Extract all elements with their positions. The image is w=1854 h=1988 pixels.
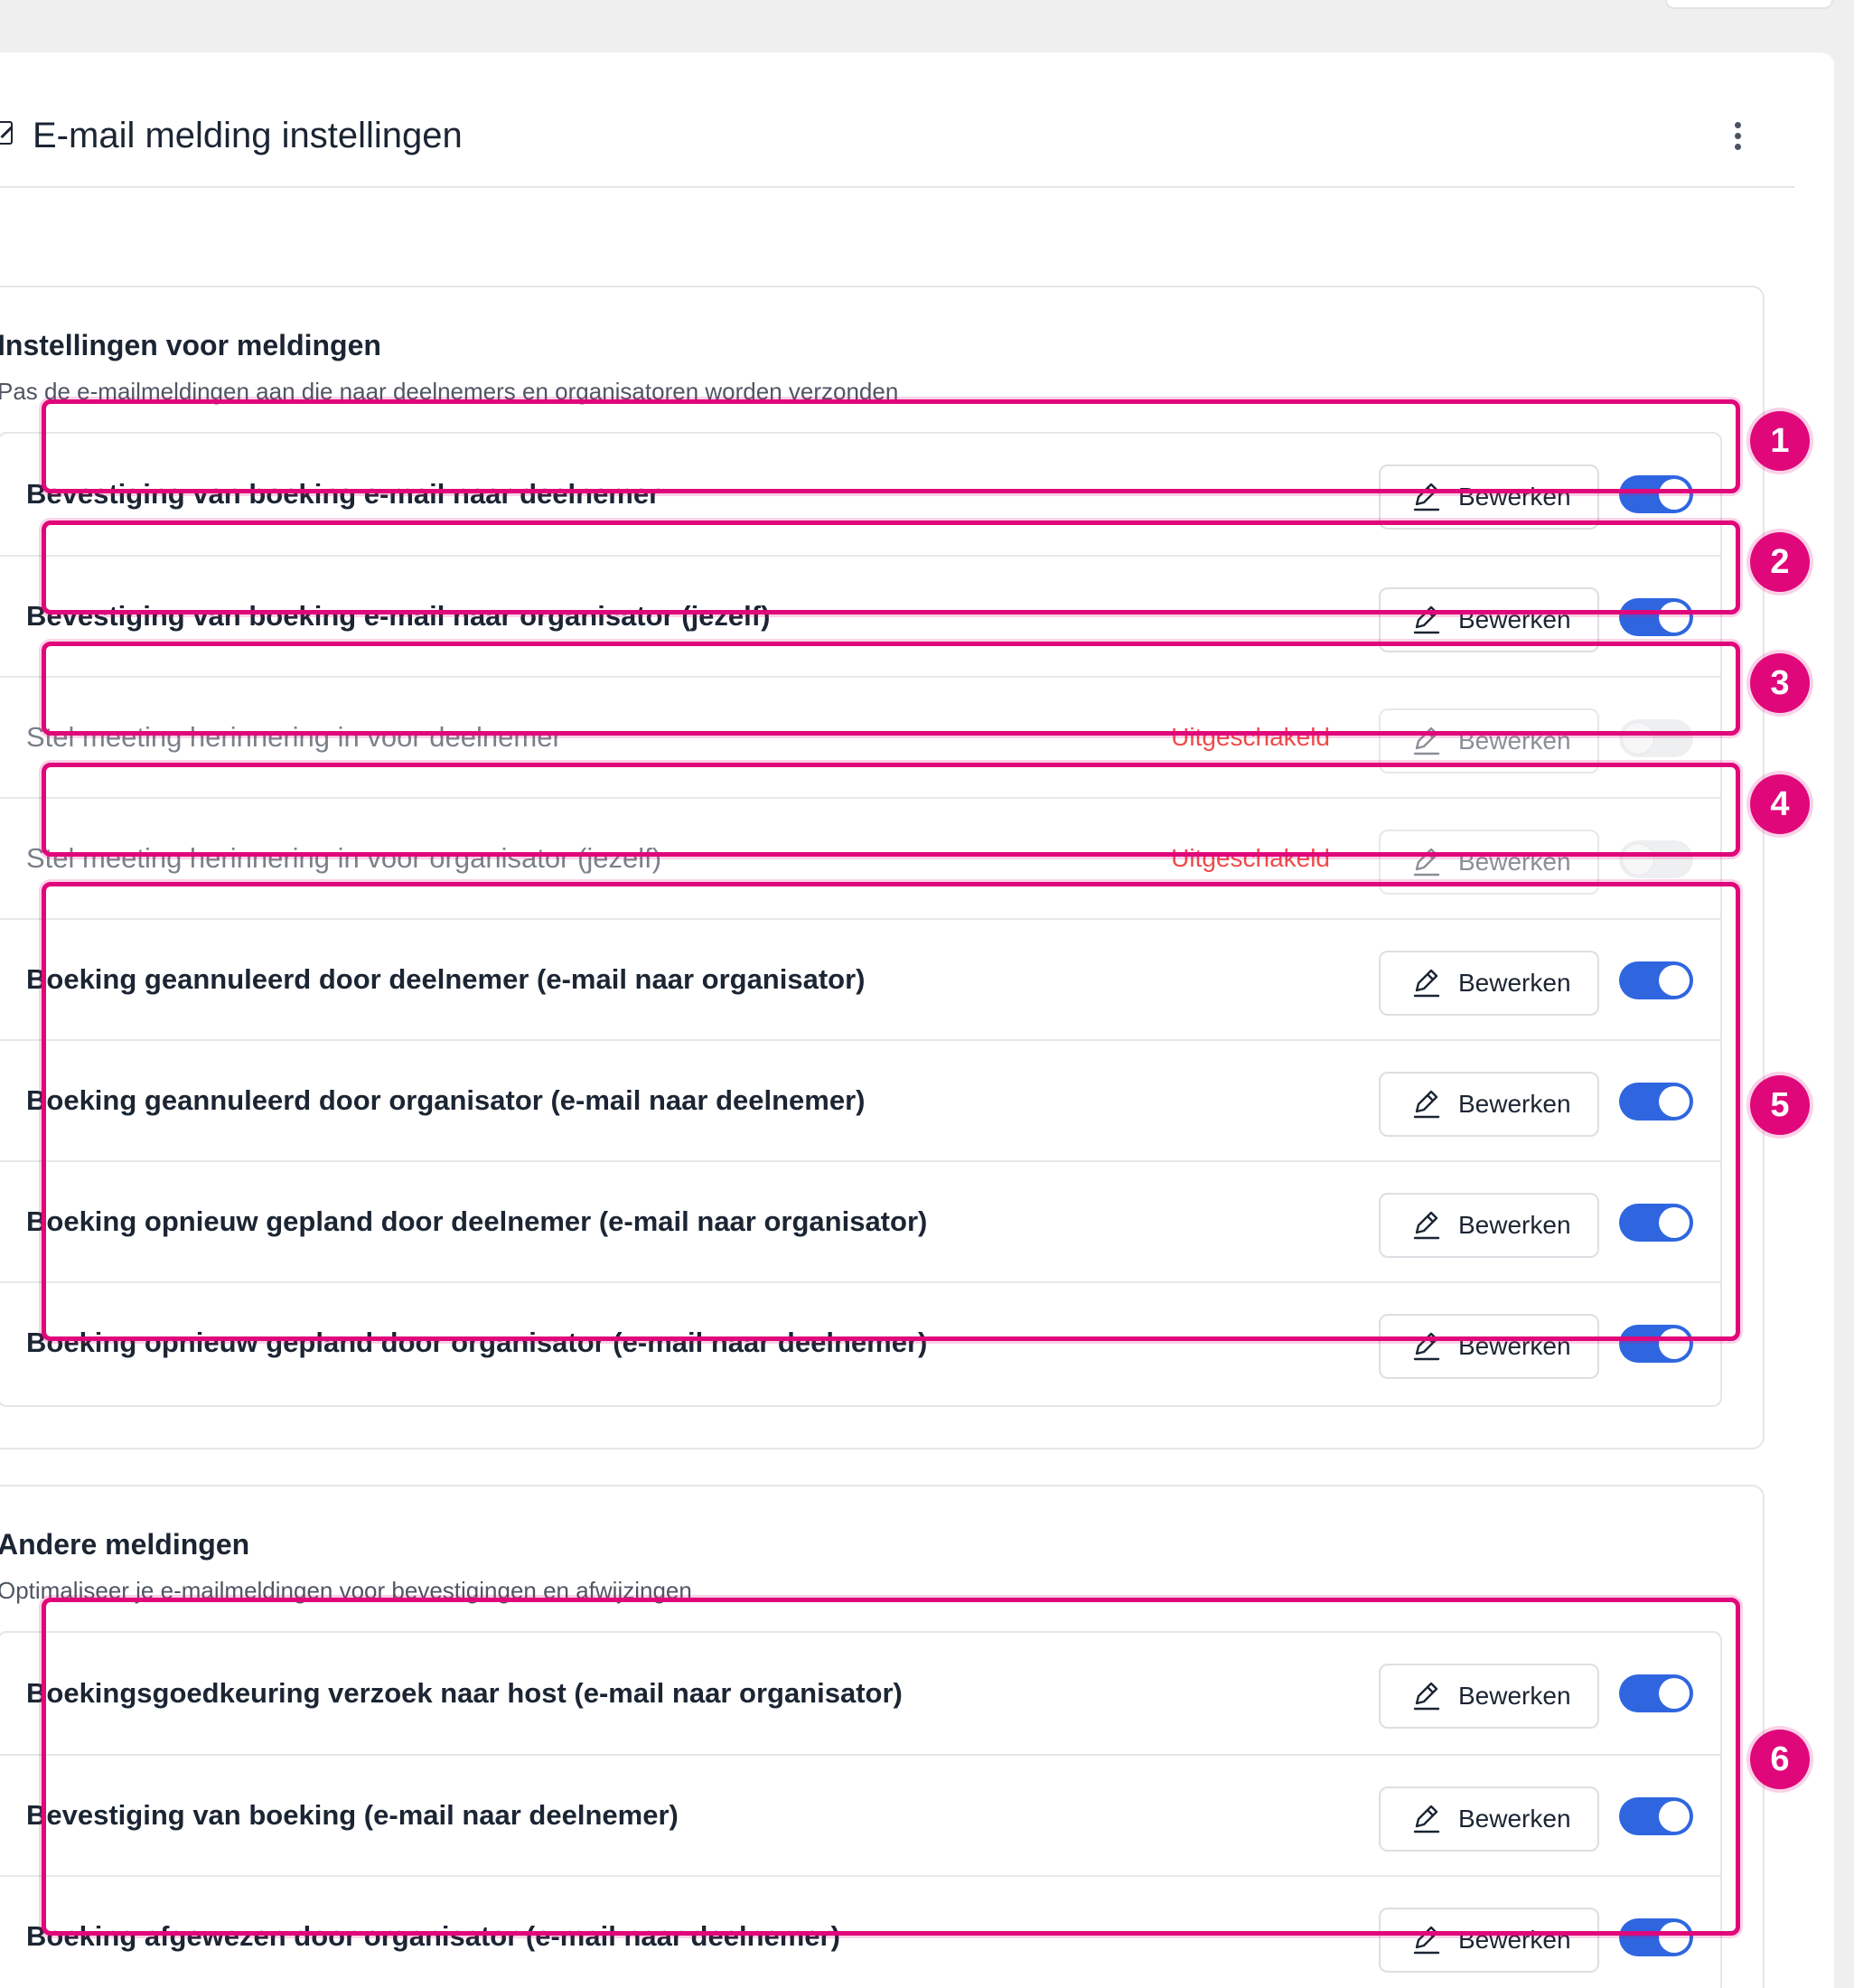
row-label: Boeking geannuleerd door organisator (e-…	[26, 1084, 866, 1116]
top-button-edge[interactable]	[1665, 0, 1833, 9]
section-title: Andere meldingen	[0, 1528, 250, 1561]
notification-settings-section: Instellingen voor meldingen Pas de e-mai…	[0, 286, 1765, 1449]
scrollbar-track[interactable]	[1834, 54, 1854, 1988]
row-label: Boekingsgoedkeuring verzoek naar host (e…	[26, 1677, 903, 1709]
section-title: Instellingen voor meldingen	[0, 329, 381, 361]
card-header: E-mail melding instellingen	[0, 52, 1794, 188]
annotation-badge-5: 5	[1750, 1075, 1810, 1135]
other-notifications-section: Andere meldingen Optimaliseer je e-mailm…	[0, 1485, 1765, 1988]
row-label: Stel meeting herinnering in voor organis…	[26, 842, 662, 874]
enable-toggle[interactable]	[1619, 840, 1693, 878]
section-subtitle: Pas de e-mailmeldingen aan die naar deel…	[0, 378, 899, 405]
list-item: Bevestiging van boeking (e-mail naar dee…	[0, 1754, 1720, 1875]
edit-button[interactable]: Bewerken	[1379, 830, 1599, 895]
enable-toggle[interactable]	[1619, 475, 1693, 513]
enable-toggle[interactable]	[1619, 1083, 1693, 1121]
edit-button-label: Bewerken	[1458, 848, 1571, 876]
row-label: Stel meeting herinnering in voor deelnem…	[26, 721, 562, 753]
pencil-icon	[1413, 1090, 1440, 1119]
edit-button-label: Bewerken	[1458, 1926, 1571, 1954]
annotation-badge-2: 2	[1750, 532, 1810, 592]
enable-toggle[interactable]	[1619, 598, 1693, 636]
kebab-menu-icon[interactable]	[1724, 117, 1751, 154]
row-label: Boeking opnieuw gepland door organisator…	[26, 1327, 928, 1358]
edit-square-icon	[0, 121, 13, 145]
pencil-icon	[1413, 969, 1440, 998]
edit-button-label: Bewerken	[1458, 1682, 1571, 1710]
enable-toggle[interactable]	[1619, 1797, 1693, 1835]
edit-button-label: Bewerken	[1458, 1805, 1571, 1833]
edit-button-label: Bewerken	[1458, 483, 1571, 511]
list-item: Stel meeting herinnering in voor organis…	[0, 797, 1720, 918]
edit-button[interactable]: Bewerken	[1379, 1193, 1599, 1258]
edit-button[interactable]: Bewerken	[1379, 587, 1599, 652]
enable-toggle[interactable]	[1619, 1204, 1693, 1242]
edit-button[interactable]: Bewerken	[1379, 1786, 1599, 1852]
edit-button[interactable]: Bewerken	[1379, 708, 1599, 774]
pencil-icon	[1413, 727, 1440, 755]
edit-button-label: Bewerken	[1458, 605, 1571, 633]
edit-button[interactable]: Bewerken	[1379, 951, 1599, 1016]
list-item: Boeking geannuleerd door organisator (e-…	[0, 1039, 1720, 1160]
settings-card: E-mail melding instellingen Instellingen…	[0, 52, 1836, 1988]
row-label: Boeking opnieuw gepland door deelnemer (…	[26, 1205, 928, 1237]
pencil-icon	[1413, 1211, 1440, 1240]
status-badge: Uitgeschakeld	[1171, 723, 1330, 751]
enable-toggle[interactable]	[1619, 1674, 1693, 1712]
enable-toggle[interactable]	[1619, 1325, 1693, 1363]
annotation-badge-6: 6	[1750, 1730, 1810, 1789]
pencil-icon	[1413, 1332, 1440, 1361]
list-item: Boeking opnieuw gepland door organisator…	[0, 1281, 1720, 1402]
annotation-badge-3: 3	[1750, 653, 1810, 713]
edit-button[interactable]: Bewerken	[1379, 1908, 1599, 1973]
status-badge: Uitgeschakeld	[1171, 844, 1330, 872]
edit-button-label: Bewerken	[1458, 1090, 1571, 1118]
enable-toggle[interactable]	[1619, 1918, 1693, 1956]
pencil-icon	[1413, 1926, 1440, 1955]
row-label: Boeking afgewezen door organisator (e-ma…	[26, 1920, 840, 1952]
edit-button-label: Bewerken	[1458, 727, 1571, 755]
annotation-badge-1: 1	[1750, 411, 1810, 471]
notification-list: Boekingsgoedkeuring verzoek naar host (e…	[0, 1631, 1722, 1988]
edit-button-label: Bewerken	[1458, 1332, 1571, 1360]
section-subtitle: Optimaliseer je e-mailmeldingen voor bev…	[0, 1577, 692, 1604]
pencil-icon	[1413, 605, 1440, 634]
pencil-icon	[1413, 1805, 1440, 1833]
list-item: Stel meeting herinnering in voor deelnem…	[0, 676, 1720, 797]
edit-button[interactable]: Bewerken	[1379, 1314, 1599, 1379]
list-item: Boeking geannuleerd door deelnemer (e-ma…	[0, 918, 1720, 1039]
list-item: Boekingsgoedkeuring verzoek naar host (e…	[0, 1633, 1720, 1754]
edit-button[interactable]: Bewerken	[1379, 1664, 1599, 1729]
pencil-icon	[1413, 1682, 1440, 1711]
enable-toggle[interactable]	[1619, 719, 1693, 757]
row-label: Boeking geannuleerd door deelnemer (e-ma…	[26, 963, 866, 995]
edit-button-label: Bewerken	[1458, 1211, 1571, 1239]
pencil-icon	[1413, 848, 1440, 877]
pencil-icon	[1413, 483, 1440, 511]
page-title: E-mail melding instellingen	[33, 116, 463, 155]
notification-list: Bevestiging van boeking e-mail naar deel…	[0, 432, 1722, 1407]
enable-toggle[interactable]	[1619, 961, 1693, 999]
list-item: Boeking afgewezen door organisator (e-ma…	[0, 1875, 1720, 1988]
edit-button[interactable]: Bewerken	[1379, 464, 1599, 530]
row-label: Bevestiging van boeking e-mail naar orga…	[26, 600, 771, 632]
row-label: Bevestiging van boeking e-mail naar deel…	[26, 478, 660, 510]
row-label: Bevestiging van boeking (e-mail naar dee…	[26, 1799, 679, 1831]
list-item: Bevestiging van boeking e-mail naar orga…	[0, 555, 1720, 676]
list-item: Boeking opnieuw gepland door deelnemer (…	[0, 1160, 1720, 1281]
edit-button[interactable]: Bewerken	[1379, 1072, 1599, 1137]
edit-button-label: Bewerken	[1458, 969, 1571, 997]
annotation-badge-4: 4	[1750, 774, 1810, 834]
list-item: Bevestiging van boeking e-mail naar deel…	[0, 434, 1720, 555]
